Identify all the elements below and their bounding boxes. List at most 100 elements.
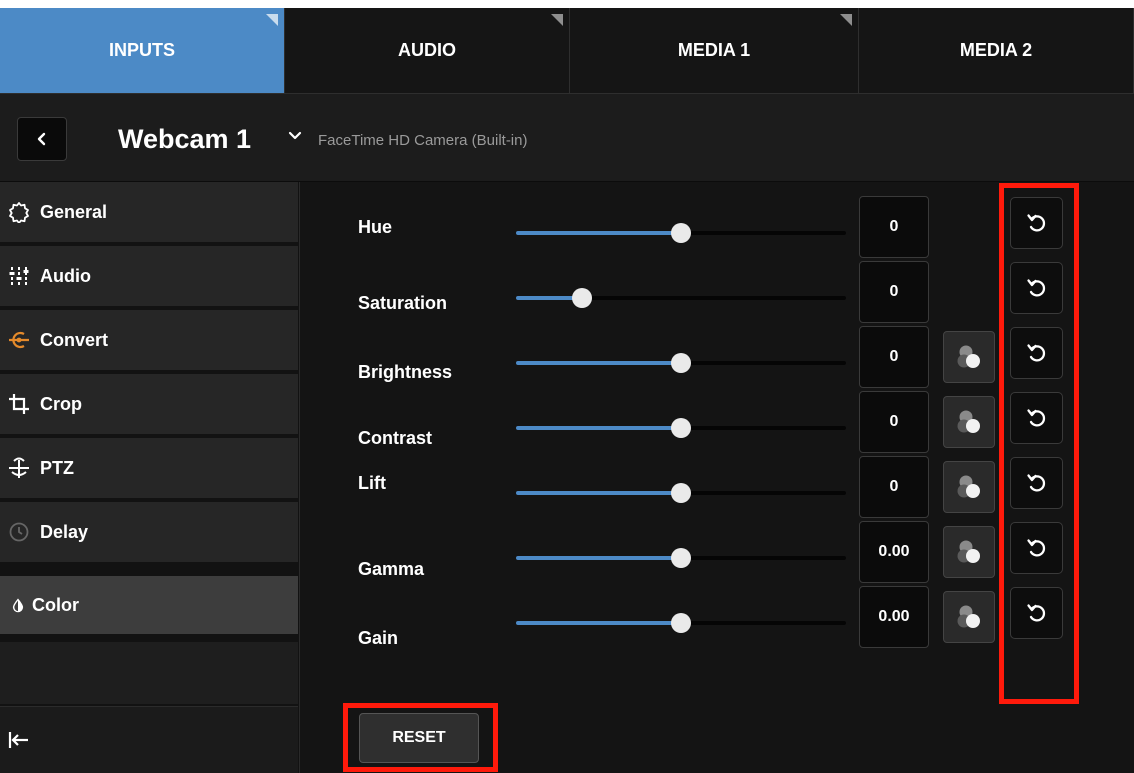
tab-label: MEDIA 2 — [959, 40, 1033, 60]
color-row-label: Contrast — [358, 428, 433, 448]
sidebar-item-label: General — [40, 201, 108, 222]
color-row-label: Saturation — [358, 293, 448, 313]
color-channels-icon — [957, 605, 980, 628]
reset-row-button[interactable] — [1010, 197, 1063, 249]
clock-icon — [9, 522, 29, 542]
color-slider[interactable] — [516, 612, 846, 634]
color-row-label: Lift — [358, 473, 386, 493]
color-settings-panel: RESET Hue 0 Saturation 0 Brightness 0 Contrast… — [301, 182, 1134, 773]
reset-row-button[interactable] — [1010, 262, 1063, 314]
value-field[interactable]: 0 — [859, 261, 929, 323]
sidebar-item-label: Delay — [40, 521, 89, 542]
reset-row-button[interactable] — [1010, 522, 1063, 574]
collapse-sidebar-button[interactable] — [0, 706, 298, 773]
color-slider[interactable] — [516, 287, 846, 309]
color-slider[interactable] — [516, 482, 846, 504]
value-field[interactable]: 0 — [859, 326, 929, 388]
value-field[interactable]: 0 — [859, 456, 929, 518]
reset-icon — [1026, 474, 1045, 492]
value-field[interactable]: 0 — [859, 391, 929, 453]
slider-fill — [516, 361, 681, 365]
sidebar-item-ptz[interactable]: PTZ — [0, 438, 298, 500]
value-field[interactable]: 0.00 — [859, 586, 929, 648]
color-slider[interactable] — [516, 222, 846, 244]
gear-icon — [9, 202, 29, 223]
sidebar-item-general[interactable]: General — [0, 182, 298, 244]
tab-audio[interactable]: AUDIO — [285, 8, 570, 94]
sidebar-empty-area — [0, 642, 298, 704]
color-row-label: Hue — [358, 217, 393, 237]
reset-icon — [1026, 344, 1045, 362]
slider-fill — [516, 231, 681, 235]
slider-handle[interactable] — [671, 418, 691, 438]
slider-handle[interactable] — [671, 548, 691, 568]
color-slider[interactable] — [516, 547, 846, 569]
reset-icon — [1026, 409, 1045, 427]
tab-bar: INPUTS AUDIO MEDIA 1 MEDIA 2 — [0, 8, 1134, 94]
sidebar-item-label: Convert — [40, 329, 109, 350]
slider-handle[interactable] — [671, 353, 691, 373]
color-scope-button[interactable] — [943, 461, 995, 513]
color-row-label: Brightness — [358, 362, 453, 382]
sidebar-item-label: Crop — [40, 393, 82, 414]
reset-icon — [1026, 214, 1045, 232]
tab-label: AUDIO — [398, 40, 456, 60]
sidebar-item-label: Audio — [40, 265, 91, 286]
slider-fill — [516, 621, 681, 625]
color-scope-button[interactable] — [943, 526, 995, 578]
tab-media-1[interactable]: MEDIA 1 — [570, 8, 859, 94]
reset-row-button[interactable] — [1010, 457, 1063, 509]
convert-icon — [9, 331, 29, 349]
reset-icon — [1026, 279, 1045, 297]
reset-row-button[interactable] — [1010, 327, 1063, 379]
reset-icon — [1026, 604, 1045, 622]
sidebar-item-delay[interactable]: Delay — [0, 502, 298, 564]
settings-sidebar: General Audio Convert Crop PTZ Delay Col… — [0, 182, 300, 773]
slider-fill — [516, 426, 681, 430]
slider-fill — [516, 556, 681, 560]
tab-media-2[interactable]: MEDIA 2 — [859, 8, 1134, 94]
value-field[interactable]: 0.00 — [859, 521, 929, 583]
reset-row-button[interactable] — [1010, 587, 1063, 639]
device-name: FaceTime HD Camera (Built-in) — [318, 132, 528, 149]
chevron-left-icon — [37, 132, 46, 146]
sidebar-item-crop[interactable]: Crop — [0, 374, 298, 436]
tab-inputs[interactable]: INPUTS — [0, 8, 285, 94]
color-scope-button[interactable] — [943, 591, 995, 643]
corner-indicator-icon — [840, 14, 852, 26]
color-channels-icon — [957, 410, 980, 433]
back-button[interactable] — [17, 117, 67, 161]
sidebar-item-label: PTZ — [40, 457, 74, 478]
color-channels-icon — [957, 475, 980, 498]
sidebar-item-label: Color — [32, 594, 79, 615]
slider-handle[interactable] — [671, 483, 691, 503]
mixer-icon — [9, 267, 29, 285]
tab-label: MEDIA 1 — [677, 40, 751, 60]
slider-fill — [516, 491, 681, 495]
color-scope-button[interactable] — [943, 331, 995, 383]
slider-handle[interactable] — [671, 223, 691, 243]
value-field[interactable]: 0 — [859, 196, 929, 258]
slider-handle[interactable] — [572, 288, 592, 308]
collapse-left-icon — [8, 732, 28, 748]
slider-handle[interactable] — [671, 613, 691, 633]
color-row-label: Gain — [358, 628, 399, 648]
color-drop-icon — [12, 598, 24, 613]
color-channels-icon — [957, 540, 980, 563]
reset-row-button[interactable] — [1010, 392, 1063, 444]
input-name[interactable]: Webcam 1 — [118, 124, 251, 155]
color-row-label: Gamma — [358, 559, 425, 579]
sidebar-item-convert[interactable]: Convert — [0, 310, 298, 372]
color-scope-button[interactable] — [943, 396, 995, 448]
color-slider[interactable] — [516, 352, 846, 374]
corner-indicator-icon — [551, 14, 563, 26]
color-channels-icon — [957, 345, 980, 368]
sidebar-item-audio[interactable]: Audio — [0, 246, 298, 308]
ptz-icon — [9, 457, 29, 478]
color-slider[interactable] — [516, 417, 846, 439]
sidebar-item-color[interactable]: Color — [0, 576, 298, 636]
crop-icon — [9, 394, 29, 414]
chevron-down-icon[interactable] — [287, 129, 303, 143]
reset-all-button[interactable]: RESET — [359, 713, 479, 763]
input-header: Webcam 1 FaceTime HD Camera (Built-in) — [0, 94, 1134, 182]
